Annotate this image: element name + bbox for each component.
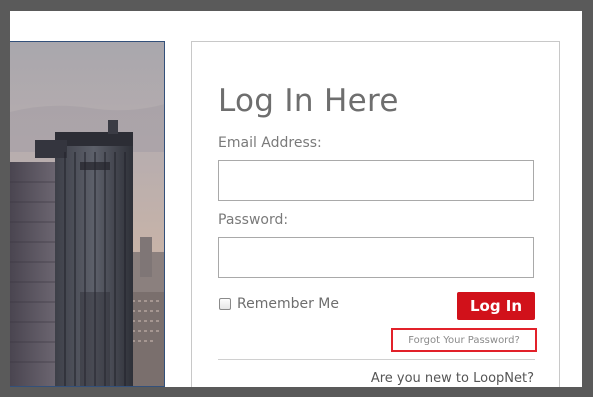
log-in-button[interactable]: Log In [457, 292, 535, 320]
remember-me-option[interactable]: Remember Me [219, 295, 339, 313]
remember-me-checkbox[interactable] [219, 298, 231, 310]
remember-me-label: Remember Me [237, 296, 339, 312]
password-field[interactable] [218, 237, 534, 278]
email-field[interactable] [218, 160, 534, 201]
password-label: Password: [218, 212, 289, 228]
city-skyline-image [10, 41, 165, 387]
login-card: Log In Here Email Address: Password: Rem… [191, 41, 560, 387]
page-title: Log In Here [218, 83, 399, 119]
email-label: Email Address: [218, 135, 322, 151]
page-frame: Log In Here Email Address: Password: Rem… [10, 11, 582, 387]
divider [218, 359, 535, 360]
forgot-password-link[interactable]: Forgot Your Password? [408, 335, 520, 346]
new-user-prompt[interactable]: Are you new to LoopNet? [371, 371, 534, 386]
forgot-password-highlight: Forgot Your Password? [391, 328, 537, 352]
